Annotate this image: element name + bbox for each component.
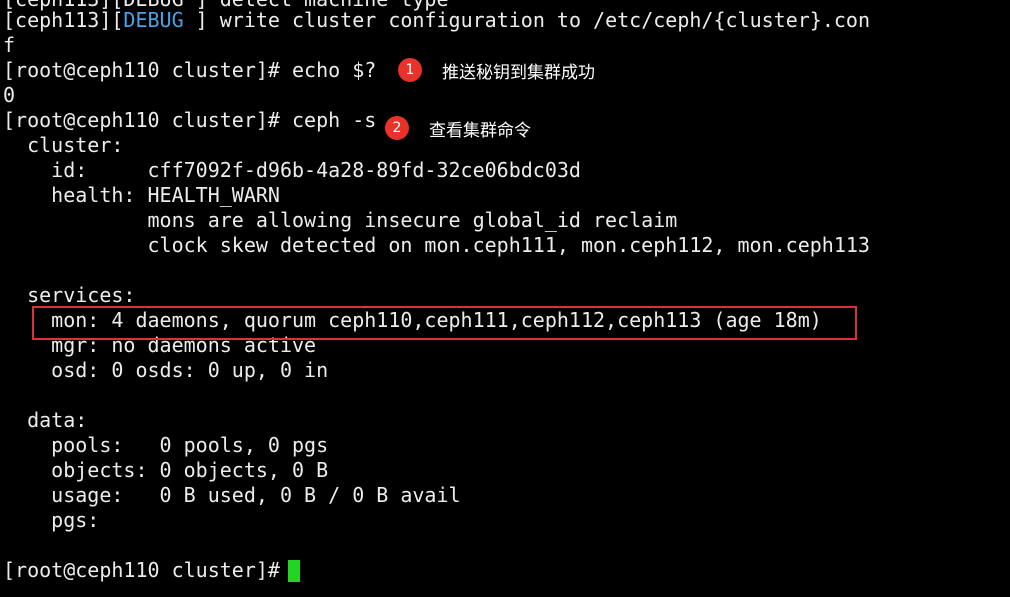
mon-highlight-box xyxy=(32,306,857,340)
annotation-note: 推送秘钥到集群成功 xyxy=(442,62,595,83)
data-usage-line: usage: 0 B used, 0 B / 0 B avail xyxy=(3,483,461,507)
health-detail-line: mons are allowing insecure global_id rec… xyxy=(3,208,678,232)
health-detail-line: clock skew detected on mon.ceph111, mon.… xyxy=(3,233,870,257)
annotation-note: 查看集群命令 xyxy=(429,120,531,141)
terminal-window[interactable]: [ceph113][DEBUG ] detect machine type [c… xyxy=(0,0,1010,597)
echo-command-line: [root@ceph110 cluster]# echo $? xyxy=(3,58,377,82)
data-section-header: data: xyxy=(3,408,88,432)
cluster-health-line: health: HEALTH_WARN xyxy=(3,183,280,207)
echo-result-line: 0 xyxy=(3,83,16,107)
services-section-header: services: xyxy=(3,283,136,307)
cluster-id-line: id: cff7092f-d96b-4a28-89fd-32ce06bdc03d xyxy=(3,158,581,182)
shell-prompt: [root@ceph110 cluster]# xyxy=(3,558,292,582)
cluster-section-header: cluster: xyxy=(3,133,124,157)
annotation-number-badge: 1 xyxy=(398,58,422,82)
debug-host: [ceph113][ xyxy=(3,8,124,32)
annotation-number-badge: 2 xyxy=(385,116,409,140)
annotation-2: 2 查看集群命令 xyxy=(385,115,531,141)
service-osd-line: osd: 0 osds: 0 up, 0 in xyxy=(3,358,329,382)
data-objects-line: objects: 0 objects, 0 B xyxy=(3,458,329,482)
debug-output-line: [ceph113][DEBUG ] write cluster configur… xyxy=(3,8,870,33)
debug-tag: DEBUG xyxy=(123,8,184,32)
annotation-1: 1 推送秘钥到集群成功 xyxy=(398,57,595,83)
ceph-status-command-line: [root@ceph110 cluster]# ceph -s xyxy=(3,108,377,132)
data-pgs-line: pgs: xyxy=(3,508,100,532)
wrapped-output-line: f xyxy=(3,33,16,57)
debug-message: ] write cluster configuration to /etc/ce… xyxy=(183,8,870,32)
data-pools-line: pools: 0 pools, 0 pgs xyxy=(3,433,329,457)
terminal-cursor xyxy=(288,560,300,582)
